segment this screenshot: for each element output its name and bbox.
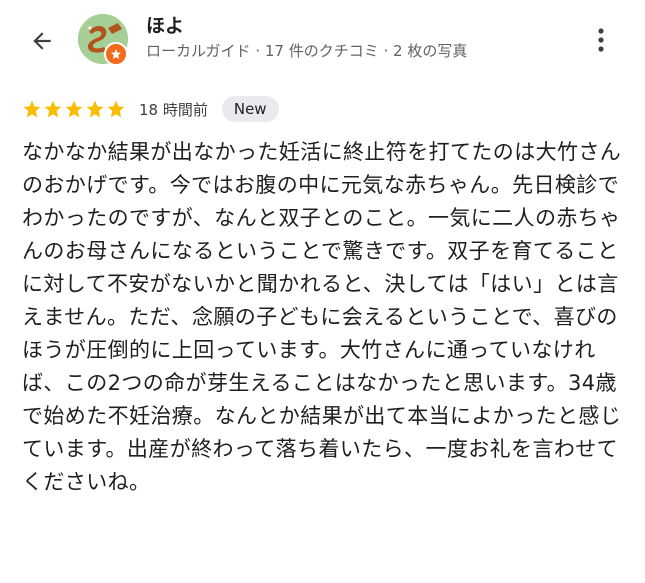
star-icon — [65, 100, 83, 118]
user-meta: ローカルガイド · 17 件のクチコミ · 2 枚の写真 — [146, 42, 468, 60]
star-icon — [86, 100, 104, 118]
more-options-button[interactable] — [586, 22, 616, 58]
star-rating — [22, 99, 127, 119]
new-badge: New — [221, 96, 279, 122]
arrow-back-icon — [33, 32, 51, 50]
local-guide-star-icon — [111, 49, 121, 59]
user-name[interactable]: ほよ — [146, 14, 184, 38]
rating-row: 18 時間前 New — [22, 94, 279, 124]
star-icon — [44, 100, 62, 118]
star-icon — [23, 100, 41, 118]
review-header: ほよ ローカルガイド · 17 件のクチコミ · 2 枚の写真 — [0, 0, 645, 84]
local-guide-badge — [104, 42, 128, 66]
back-button[interactable] — [22, 21, 62, 61]
more-vert-icon — [598, 28, 604, 52]
review-time: 18 時間前 — [139, 100, 208, 119]
review-text: なかなか結果が出なかった妊活に終止符を打てたのは大竹さんのおかげです。今ではお腹… — [22, 140, 622, 494]
star-icon — [107, 100, 125, 118]
